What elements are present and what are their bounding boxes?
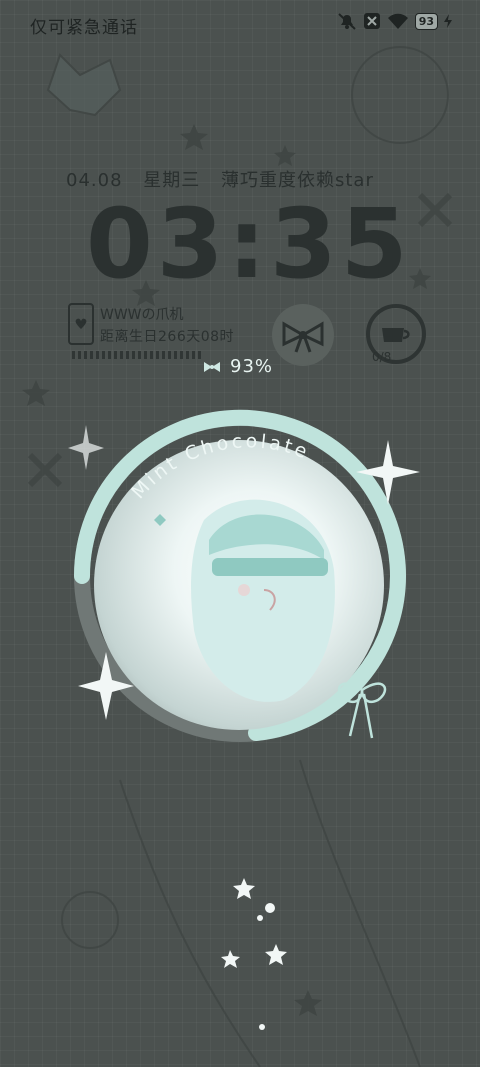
sparkles [68, 425, 420, 1030]
sparkle-icon [356, 440, 420, 505]
sparkle-icon [68, 425, 104, 470]
sparkle-icon [78, 652, 134, 720]
